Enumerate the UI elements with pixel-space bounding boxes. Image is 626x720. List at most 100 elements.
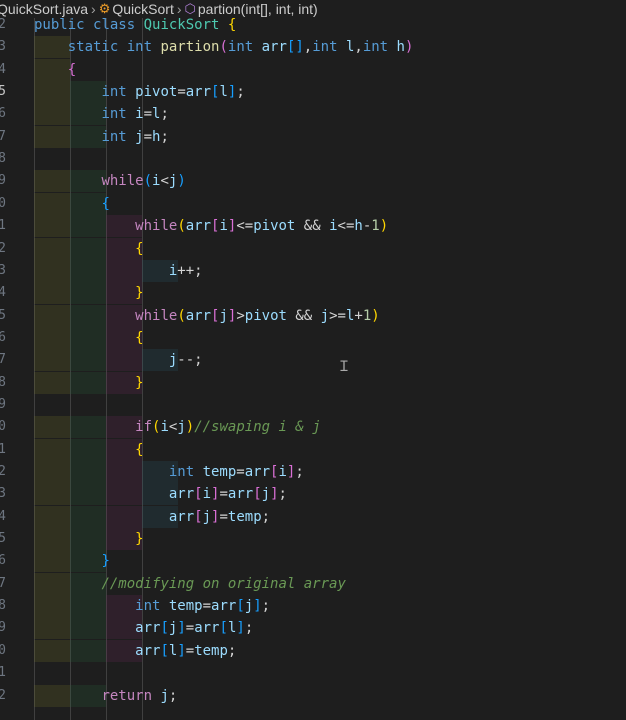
code-line[interactable]: i++; xyxy=(34,260,203,282)
code-token: ++; xyxy=(177,262,203,279)
code-token: ] xyxy=(177,642,186,659)
line-number: 0 xyxy=(0,195,6,211)
code-line[interactable]: { xyxy=(34,193,109,215)
code-token: arr xyxy=(194,620,220,637)
code-line[interactable]: arr[i]=arr[j]; xyxy=(34,483,287,505)
code-line[interactable]: static int partion(int arr[],int l,int h… xyxy=(34,36,414,58)
code-token: i xyxy=(219,218,228,235)
code-line[interactable]: } xyxy=(34,528,143,550)
code-token: j xyxy=(219,307,228,324)
code-line[interactable]: int pivot=arr[l]; xyxy=(34,81,245,103)
code-line[interactable]: int i=l; xyxy=(34,103,168,125)
code-line[interactable]: while(arr[j]>pivot && j>=l+1) xyxy=(34,305,380,327)
code-line[interactable]: { xyxy=(34,238,143,260)
line-number: 9 xyxy=(0,173,6,189)
line-number: 5 xyxy=(0,84,6,100)
code-token: + xyxy=(354,307,363,324)
line-number: 3 xyxy=(0,39,6,55)
line-number: 1 xyxy=(0,218,6,234)
line-number: 4 xyxy=(0,285,6,301)
line-number: 6 xyxy=(0,106,6,122)
code-line[interactable]: int temp=arr[j]; xyxy=(34,595,270,617)
code-line[interactable]: } xyxy=(34,550,110,572)
code-line[interactable]: { xyxy=(34,439,143,461)
code-line[interactable]: j--; xyxy=(34,349,203,371)
code-line[interactable]: arr[j]=arr[l]; xyxy=(34,617,253,639)
line-number: 8 xyxy=(0,374,6,390)
line-number: 3 xyxy=(0,262,6,278)
method-cube-icon: ⬡ xyxy=(184,1,196,16)
breadcrumb-class[interactable]: QuickSort xyxy=(112,0,173,18)
code-token: while xyxy=(135,218,178,235)
code-token: --; xyxy=(177,352,203,369)
code-token: = xyxy=(219,486,228,503)
code-token: int xyxy=(168,464,203,480)
code-token: = xyxy=(219,508,228,525)
code-token: j xyxy=(177,419,186,436)
code-line[interactable]: arr[j]=temp; xyxy=(34,506,270,528)
code-token: i xyxy=(278,464,287,480)
code-token: <= xyxy=(236,218,254,235)
code-token: //swaping i & j xyxy=(194,419,321,436)
code-token: ) xyxy=(404,39,414,56)
code-token: pivot xyxy=(253,218,296,235)
code-token: ] xyxy=(253,598,262,615)
code-token: ; xyxy=(236,84,245,101)
code-line[interactable]: } xyxy=(34,282,144,304)
code-token: arr xyxy=(135,642,161,659)
code-line[interactable]: //modifying on original array xyxy=(34,573,345,595)
line-number: 4 xyxy=(0,61,6,77)
code-token: arr xyxy=(244,464,271,480)
code-line[interactable]: if(i<j)//swaping i & j xyxy=(34,416,321,438)
code-token: int xyxy=(101,84,136,101)
code-line[interactable]: arr[l]=temp; xyxy=(34,640,236,662)
code-token: ] xyxy=(270,486,279,503)
line-number: 5 xyxy=(0,531,6,547)
chevron-right-icon: › xyxy=(91,1,96,17)
breadcrumb-file[interactable]: QuickSort.java xyxy=(0,0,88,18)
code-token: ; xyxy=(295,464,304,480)
code-token: > xyxy=(236,307,245,324)
code-line[interactable]: { xyxy=(34,327,144,349)
code-token: int xyxy=(101,106,136,123)
code-token: = xyxy=(236,464,245,480)
line-number: 5 xyxy=(0,307,6,323)
code-token: i xyxy=(329,218,338,235)
code-line[interactable]: while(i<j) xyxy=(34,170,185,192)
code-token: arr xyxy=(135,620,161,637)
code-line[interactable]: int temp=arr[i]; xyxy=(34,461,304,483)
code-token: } xyxy=(135,374,144,391)
code-token: ; xyxy=(168,687,178,704)
code-token: ( xyxy=(177,307,186,324)
code-line[interactable]: { xyxy=(34,59,76,81)
code-token: ) xyxy=(379,218,389,235)
code-token: } xyxy=(135,285,144,302)
code-token: = xyxy=(143,128,153,145)
code-line[interactable]: int j=h; xyxy=(34,126,168,148)
code-line[interactable]: } xyxy=(34,372,144,394)
text-cursor-icon: Ｉ xyxy=(337,359,351,375)
code-line[interactable]: while(arr[i]<=pivot && i<=h-1) xyxy=(34,215,388,237)
breadcrumb-method[interactable]: partion(int[], int, int) xyxy=(198,0,318,18)
code-token: return xyxy=(101,687,161,704)
code-token: { xyxy=(135,329,144,346)
code-line[interactable]: return j; xyxy=(34,685,177,707)
code-token: } xyxy=(101,553,110,570)
code-token: >= xyxy=(329,307,346,324)
code-token: [ xyxy=(160,642,169,659)
code-token: pivot xyxy=(244,307,287,324)
